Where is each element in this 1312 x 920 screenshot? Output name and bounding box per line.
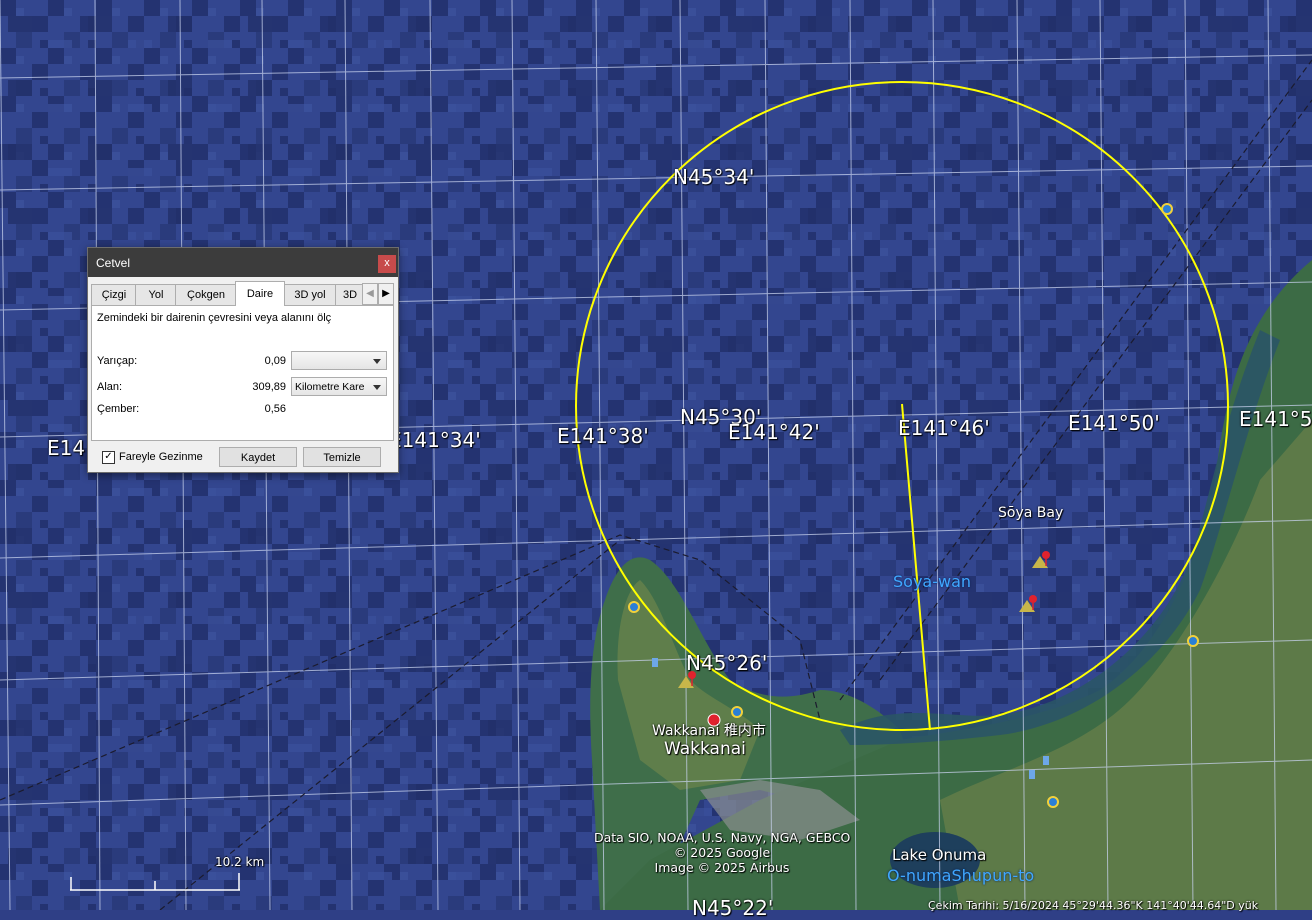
map-attribution: Data SIO, NOAA, U.S. Navy, NGA, GEBCO © … [594, 830, 850, 875]
mouse-navigation-label[interactable]: Fareyle Gezinme [119, 451, 203, 463]
scale-bar: 10.2 km [70, 855, 264, 895]
circumference-label: Çember: [97, 403, 140, 415]
attribution-line-2: © 2025 Google [673, 845, 771, 860]
tab-3d-polygon[interactable]: 3D [335, 284, 365, 305]
save-button[interactable]: Kaydet [219, 447, 297, 467]
dialog-titlebar[interactable]: Cetvel x [88, 248, 398, 277]
radius-label: Yarıçap: [97, 355, 138, 367]
lon-label-e14138: E141°38' [557, 424, 649, 448]
area-unit-value: Kilometre Kare [295, 381, 365, 393]
lat-label-n4534: N45°34' [673, 165, 755, 189]
lon-label-e14142: E141°42' [728, 420, 820, 444]
tab-3d-path[interactable]: 3D yol [283, 284, 337, 305]
tab-scroll-left-icon[interactable]: ◀ [362, 283, 378, 305]
mouse-navigation-checkbox[interactable]: ✓ [102, 451, 115, 464]
measure-tabs: Çizgi Yol Çokgen Daire 3D yol 3D [91, 281, 389, 306]
place-label-soya-bay[interactable]: Sōya Bay [998, 505, 1063, 521]
close-button[interactable]: x [378, 255, 396, 273]
place-label-onuma-shupun[interactable]: O-numaShupun-to [887, 866, 1034, 885]
tab-path[interactable]: Yol [135, 284, 177, 305]
area-unit-select[interactable]: Kilometre Kare [291, 377, 387, 396]
lon-label-e1415: E141°5 [1239, 407, 1312, 431]
place-label-wakkanai-jp[interactable]: Wakkanai 稚内市 [652, 720, 766, 740]
radius-unit-select[interactable] [291, 351, 387, 370]
chevron-down-icon [373, 359, 381, 364]
lat-label-n4526: N45°26' [686, 651, 768, 675]
lat-label-n4522: N45°22' [692, 896, 774, 920]
area-label: Alan: [97, 381, 123, 393]
ruler-dialog[interactable]: Cetvel x Çizgi Yol Çokgen Daire 3D yol 3… [87, 247, 399, 473]
chevron-down-icon [373, 385, 381, 390]
place-label-soya-wan[interactable]: Soya-wan [893, 572, 971, 591]
area-value: 309,89 [252, 381, 286, 393]
circumference-value: 0,56 [264, 403, 286, 415]
panel-description: Zemindeki bir dairenin çevresini veya al… [97, 312, 332, 324]
attribution-line-1: Data SIO, NOAA, U.S. Navy, NGA, GEBCO [594, 830, 851, 845]
radius-value: 0,09 [264, 355, 286, 367]
place-label-lake-onuma[interactable]: Lake Onuma [892, 846, 986, 864]
place-label-wakkanai[interactable]: Wakkanai [664, 739, 746, 759]
clear-button[interactable]: Temizle [303, 447, 381, 467]
status-bar: Çekim Tarihi: 5/16/2024 45°29'44.36"K 14… [928, 899, 1259, 912]
tab-scroll-right-icon[interactable]: ▶ [378, 283, 394, 305]
tab-polygon[interactable]: Çokgen [175, 284, 237, 305]
tab-circle[interactable]: Daire [235, 281, 285, 306]
attribution-line-3: Image © 2025 Airbus [654, 860, 790, 875]
scale-ruler [70, 873, 240, 891]
tab-line[interactable]: Çizgi [91, 284, 137, 305]
lon-label-e14146: E141°46' [898, 416, 990, 440]
lon-label-e14: E14 [47, 436, 86, 460]
lon-label-e14134: E141°34' [389, 428, 481, 452]
circle-panel: Zemindeki bir dairenin çevresini veya al… [91, 305, 394, 441]
lon-label-e14150: E141°50' [1068, 411, 1160, 435]
dialog-title: Cetvel [96, 256, 131, 270]
